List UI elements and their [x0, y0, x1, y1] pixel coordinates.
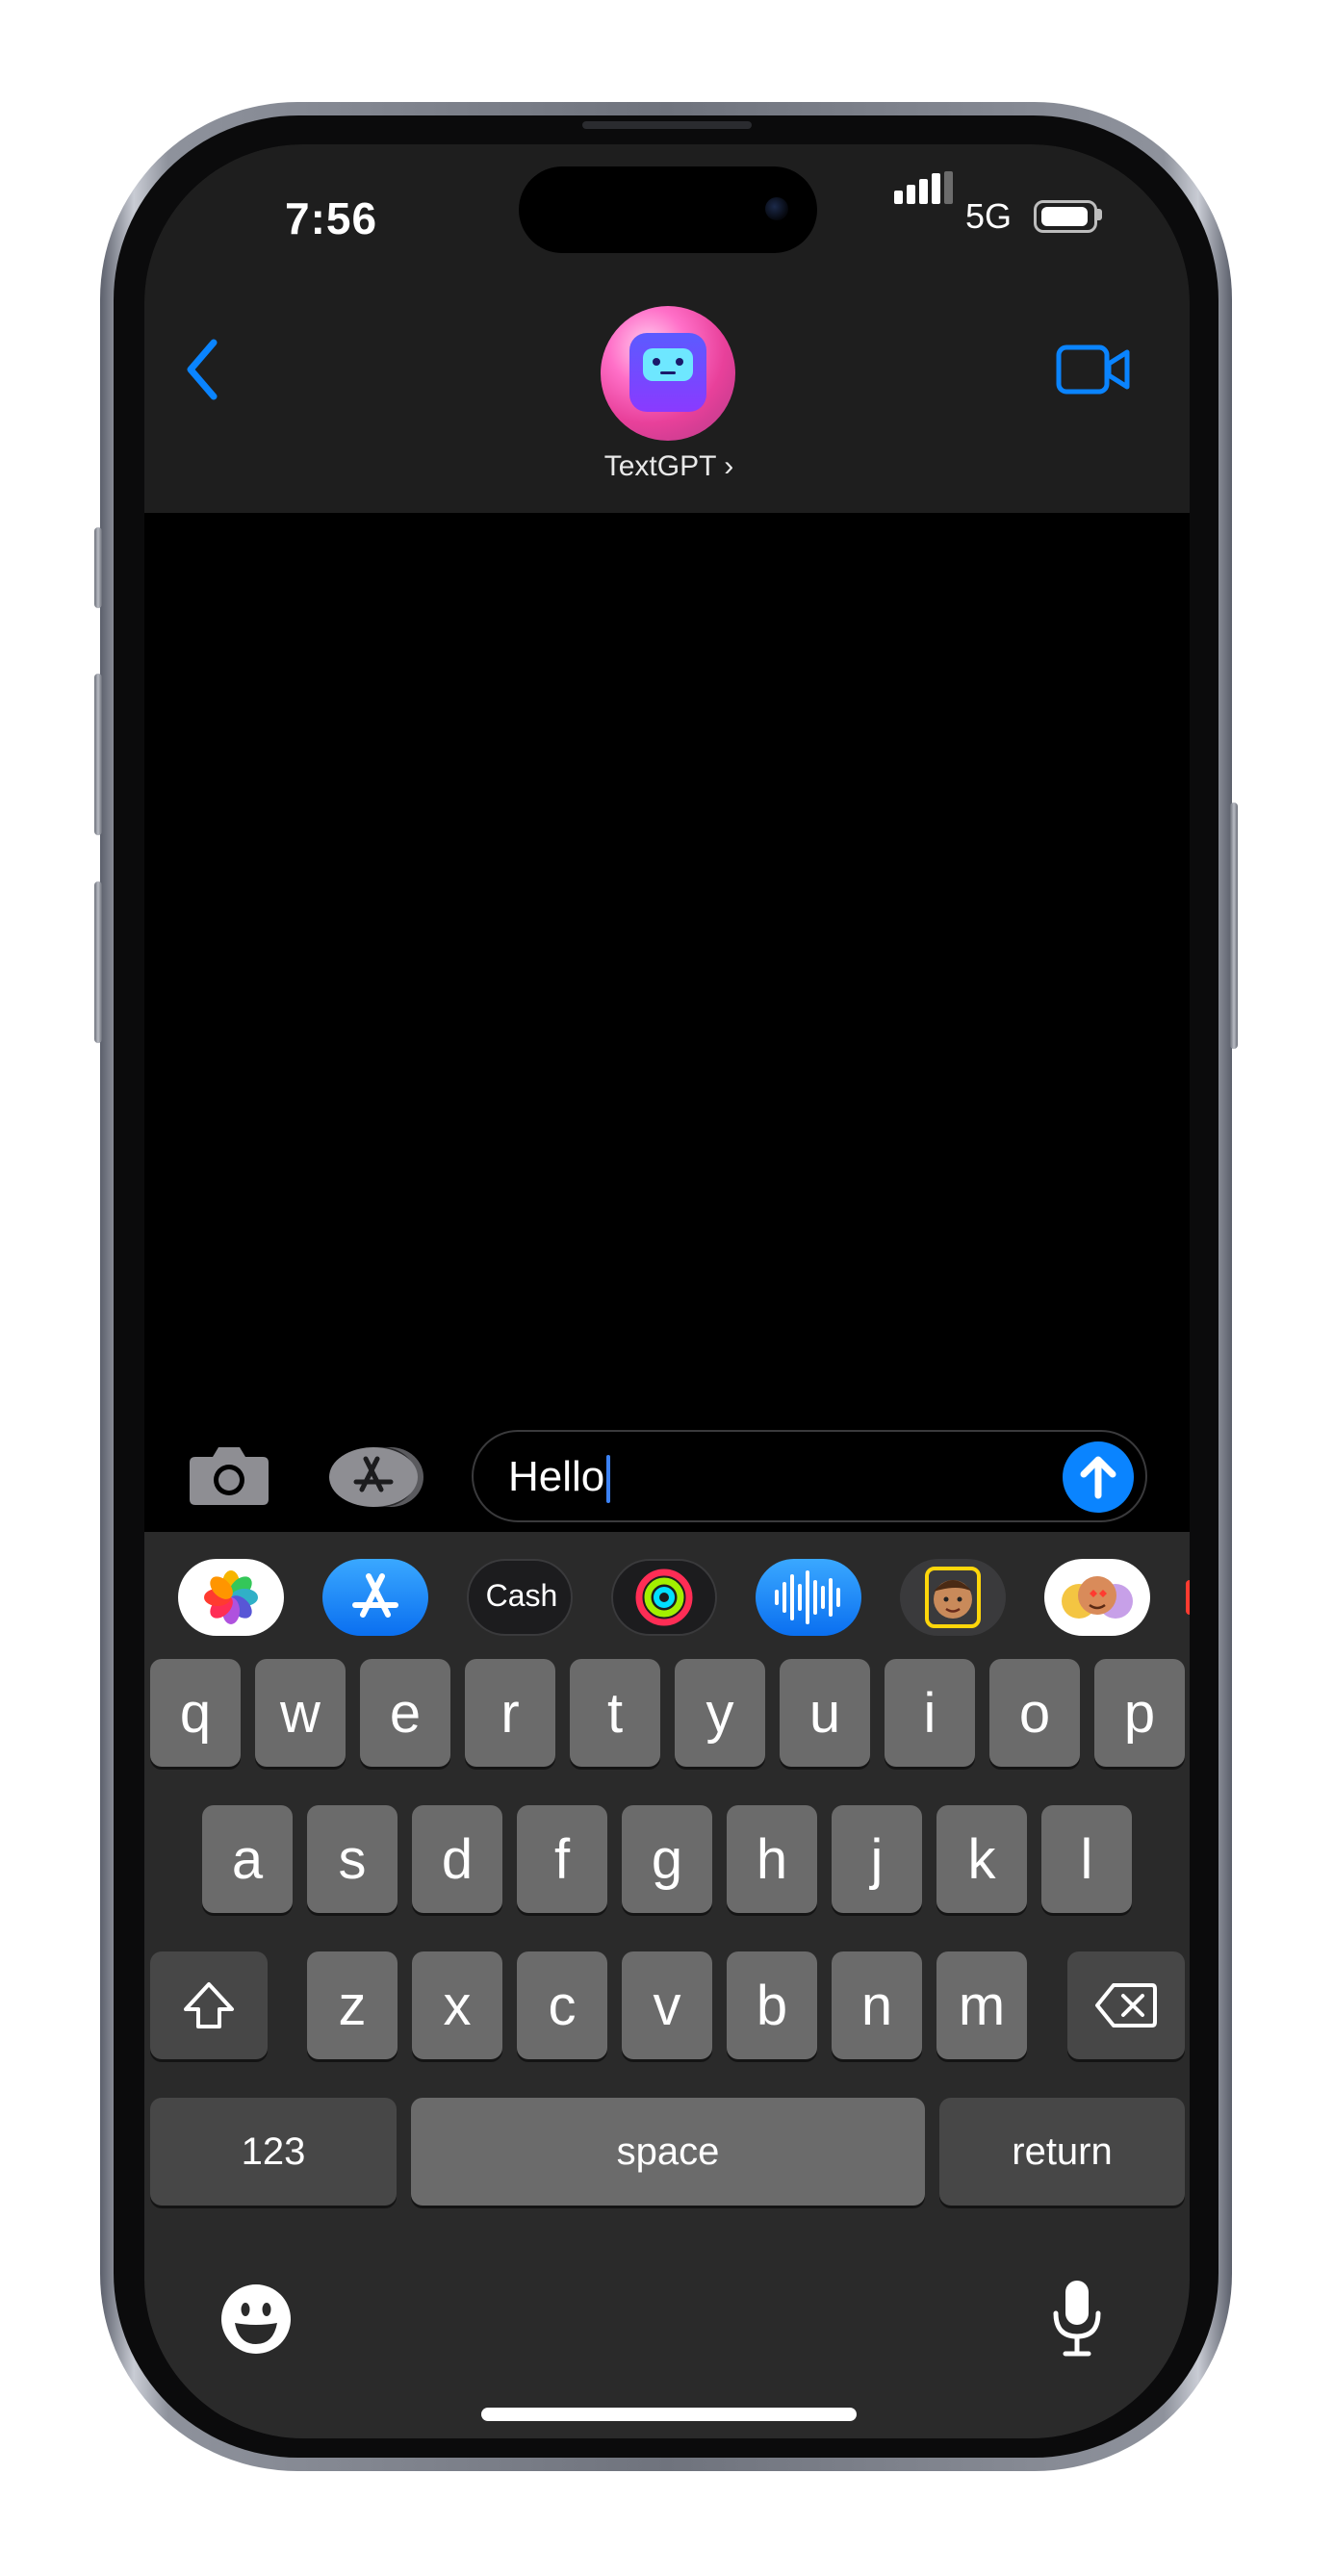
home-indicator[interactable]: [481, 2408, 857, 2421]
key-b[interactable]: b: [727, 1951, 817, 2059]
key-i[interactable]: i: [885, 1659, 975, 1767]
memoji-stickers-app-icon[interactable]: [1044, 1559, 1150, 1636]
key-c[interactable]: c: [517, 1951, 607, 2059]
contact-avatar[interactable]: [601, 306, 735, 441]
app-store-app-icon[interactable]: [322, 1559, 428, 1636]
more-apps-edge: [1186, 1580, 1190, 1615]
battery-icon: [1034, 200, 1097, 233]
emoji-icon[interactable]: [219, 2283, 293, 2360]
back-chevron-icon[interactable]: [183, 339, 221, 405]
key-k[interactable]: k: [936, 1805, 1027, 1913]
key-z[interactable]: z: [307, 1951, 398, 2059]
network-type: 5G: [965, 196, 1013, 236]
key-u[interactable]: u: [780, 1659, 870, 1767]
status-time: 7:56: [285, 193, 378, 243]
robot-icon: [629, 333, 706, 412]
power-button: [1230, 803, 1238, 1049]
camera-icon[interactable]: [188, 1443, 270, 1512]
front-camera: [765, 197, 788, 220]
keyboard: Cash q w e r t y u i o p a s d f g h j k…: [144, 1532, 1190, 2438]
space-key[interactable]: space: [411, 2098, 925, 2206]
message-input-text: Hello: [508, 1453, 611, 1504]
key-l[interactable]: l: [1041, 1805, 1132, 1913]
text-cursor: [606, 1455, 611, 1504]
contact-name[interactable]: TextGPT ›: [597, 450, 741, 483]
message-thread: [144, 513, 1190, 1494]
memoji-app-icon[interactable]: [900, 1559, 1006, 1636]
message-input[interactable]: Hello: [472, 1430, 1147, 1522]
shift-key[interactable]: [150, 1951, 268, 2059]
key-x[interactable]: x: [412, 1951, 502, 2059]
return-key[interactable]: return: [939, 2098, 1185, 2206]
facetime-video-icon[interactable]: [1056, 344, 1131, 399]
key-w[interactable]: w: [255, 1659, 346, 1767]
key-o[interactable]: o: [989, 1659, 1080, 1767]
fitness-app-icon[interactable]: [611, 1559, 717, 1636]
delete-key[interactable]: [1067, 1951, 1185, 2059]
key-s[interactable]: s: [307, 1805, 398, 1913]
key-m[interactable]: m: [936, 1951, 1027, 2059]
send-button[interactable]: [1063, 1441, 1134, 1513]
action-button: [94, 527, 102, 608]
screen: 7:56 5G TextGPT › Hello Cash q w e r t y…: [144, 144, 1190, 2438]
key-h[interactable]: h: [727, 1805, 817, 1913]
app-drawer: Cash: [144, 1532, 1190, 1647]
audio-message-app-icon[interactable]: [756, 1559, 861, 1636]
delete-backward-icon: [1095, 1983, 1157, 2028]
key-j[interactable]: j: [832, 1805, 922, 1913]
battery-level: [1041, 207, 1088, 226]
dictation-microphone-icon[interactable]: [1048, 2277, 1106, 2364]
key-g[interactable]: g: [622, 1805, 712, 1913]
photos-app-icon[interactable]: [178, 1559, 284, 1636]
key-e[interactable]: e: [360, 1659, 450, 1767]
key-t[interactable]: t: [570, 1659, 660, 1767]
app-store-apps-icon[interactable]: [327, 1445, 427, 1514]
key-v[interactable]: v: [622, 1951, 712, 2059]
key-d[interactable]: d: [412, 1805, 502, 1913]
shift-icon: [184, 1982, 234, 2028]
key-n[interactable]: n: [832, 1951, 922, 2059]
apple-cash-app-icon[interactable]: Cash: [467, 1559, 573, 1636]
key-q[interactable]: q: [150, 1659, 241, 1767]
arrow-up-icon: [1080, 1456, 1116, 1499]
battery-tip: [1097, 209, 1102, 220]
volume-up-button: [94, 674, 102, 835]
key-p[interactable]: p: [1094, 1659, 1185, 1767]
message-text: Hello: [508, 1453, 605, 1500]
key-f[interactable]: f: [517, 1805, 607, 1913]
numbers-key[interactable]: 123: [150, 2098, 397, 2206]
key-y[interactable]: y: [675, 1659, 765, 1767]
key-r[interactable]: r: [465, 1659, 555, 1767]
volume-down-button: [94, 881, 102, 1043]
apple-cash-label: Cash: [485, 1578, 558, 1613]
key-a[interactable]: a: [202, 1805, 293, 1913]
earpiece: [582, 121, 752, 129]
